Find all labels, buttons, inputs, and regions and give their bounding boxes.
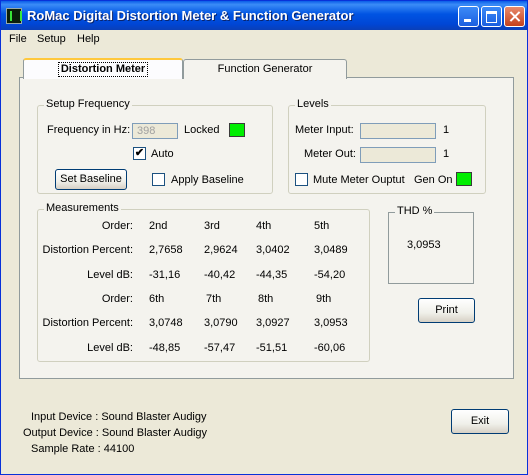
app-meter-icon (6, 8, 22, 24)
level-cell: -44,35 (256, 269, 288, 281)
meter-out-value: 1 (443, 148, 450, 160)
distortion-cell: 3,0927 (256, 317, 290, 329)
levels-label: Levels (295, 98, 331, 110)
exit-button[interactable]: Exit (451, 409, 509, 434)
window-title: RoMac Digital Distortion Meter & Functio… (27, 8, 354, 23)
level-cell: -54,20 (314, 269, 346, 281)
distortion-cell: 2,9624 (204, 244, 238, 256)
output-device-text: Output Device : Sound Blaster Audigy (23, 427, 208, 439)
meter-input-label: Meter Input: (295, 124, 354, 136)
frequency-label: Frequency in Hz: (47, 124, 131, 136)
menu-setup[interactable]: Setup (37, 33, 66, 45)
level-cell: -31,16 (149, 269, 181, 281)
auto-label: Auto (151, 148, 174, 160)
order-cell: 2nd (149, 220, 168, 232)
order-label: Order: (101, 293, 133, 305)
thd-value: 3,0953 (407, 239, 441, 251)
tab-function-generator-label: Function Generator (217, 63, 313, 75)
level-cell: -51,51 (256, 342, 288, 354)
distortion-cell: 3,0748 (149, 317, 183, 329)
tab-function-generator[interactable]: Function Generator (183, 59, 347, 79)
gen-on-label: Gen On (414, 174, 453, 186)
meter-out-bar (360, 147, 436, 163)
level-cell: -60,06 (314, 342, 346, 354)
level-cell: -57,47 (204, 342, 236, 354)
mute-meter-output-checkbox[interactable] (295, 173, 308, 186)
set-baseline-button[interactable]: Set Baseline (55, 169, 127, 190)
order-cell: 5th (314, 220, 330, 232)
menu-help[interactable]: Help (77, 33, 100, 45)
gen-on-indicator (456, 172, 472, 186)
setup-frequency-label: Setup Frequency (44, 98, 132, 110)
order-cell: 7th (206, 293, 222, 305)
meter-input-value: 1 (443, 124, 450, 136)
setup-frequency-group: Setup Frequency Frequency in Hz: 398 Loc… (37, 98, 273, 194)
distortion-percent-label: Distortion Percent: (42, 317, 133, 329)
auto-checkbox[interactable]: ✔ (133, 147, 146, 160)
frequency-input[interactable]: 398 (132, 123, 178, 139)
tab-distortion-meter-label: Distortion Meter (57, 62, 149, 77)
meter-out-label: Meter Out: (304, 148, 356, 160)
title-bar[interactable]: RoMac Digital Distortion Meter & Functio… (1, 1, 527, 30)
distortion-cell: 3,0953 (314, 317, 348, 329)
print-button[interactable]: Print (418, 298, 475, 323)
order-cell: 9th (316, 293, 332, 305)
apply-baseline-label: Apply Baseline (171, 174, 244, 186)
levels-group: Levels Meter Input: 1 Meter Out: 1 Mute … (288, 98, 486, 194)
input-device-text: Input Device : Sound Blaster Audigy (31, 411, 207, 423)
minimize-button[interactable] (458, 6, 479, 27)
distortion-cell: 3,0489 (314, 244, 348, 256)
distortion-cell: 3,0402 (256, 244, 290, 256)
distortion-cell: 3,0790 (204, 317, 238, 329)
distortion-percent-label: Distortion Percent: (42, 244, 133, 256)
sample-rate-text: Sample Rate : 44100 (31, 443, 135, 455)
measurements-group: Measurements Order: 2nd 3rd 4th 5th Dist… (37, 202, 370, 362)
locked-indicator (229, 123, 245, 137)
order-label: Order: (101, 220, 133, 232)
level-cell: -40,42 (204, 269, 236, 281)
order-cell: 3rd (204, 220, 220, 232)
maximize-button[interactable] (481, 6, 502, 27)
order-cell: 6th (149, 293, 165, 305)
locked-label: Locked (184, 124, 220, 136)
measurements-label: Measurements (44, 202, 121, 214)
app-window: RoMac Digital Distortion Meter & Functio… (0, 0, 528, 475)
tab-panel-distortion-meter: Setup Frequency Frequency in Hz: 398 Loc… (19, 77, 514, 379)
menu-file[interactable]: File (9, 33, 27, 45)
close-button[interactable] (504, 6, 525, 27)
apply-baseline-checkbox[interactable] (152, 173, 165, 186)
level-cell: -48,85 (149, 342, 181, 354)
thd-label: THD % (395, 205, 435, 217)
level-db-label: Level dB: (87, 342, 133, 354)
distortion-cell: 2,7658 (149, 244, 183, 256)
meter-input-bar (360, 123, 436, 139)
thd-box: THD % 3,0953 (388, 205, 474, 284)
order-cell: 4th (256, 220, 272, 232)
menu-bar: File Setup Help (1, 30, 527, 48)
order-cell: 8th (258, 293, 274, 305)
mute-meter-output-label: Mute Meter Ouptut (313, 174, 405, 186)
level-db-label: Level dB: (87, 269, 133, 281)
tab-distortion-meter[interactable]: Distortion Meter (23, 58, 183, 79)
